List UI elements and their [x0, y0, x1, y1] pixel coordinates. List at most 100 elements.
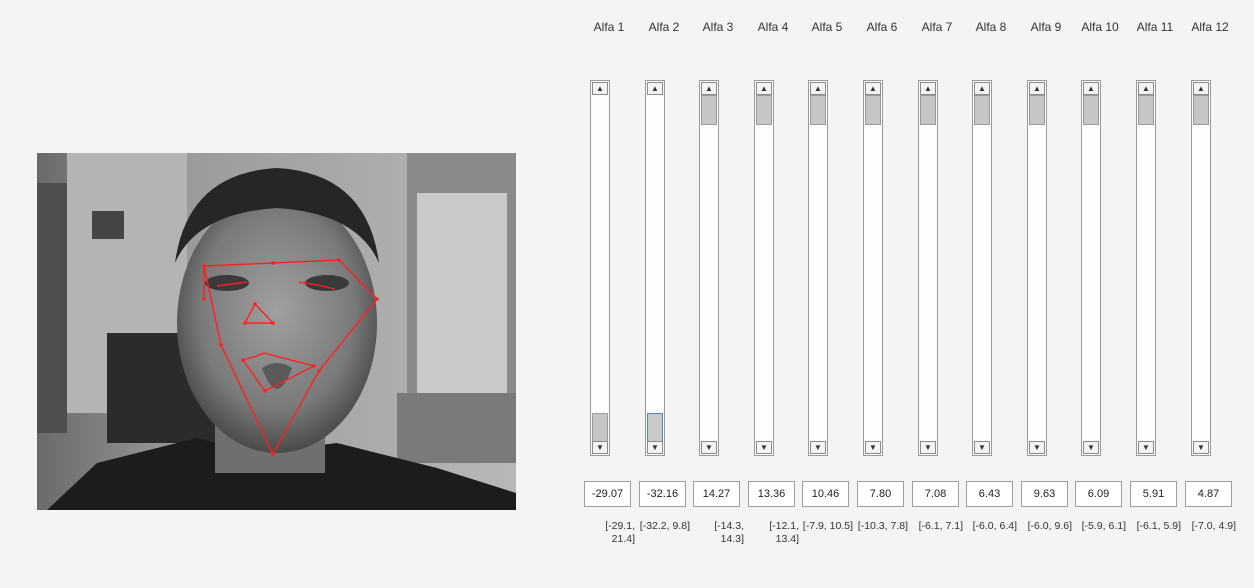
alpha-value-field[interactable]: -32.16: [639, 481, 686, 507]
scroll-down-arrow-icon[interactable]: ▼: [756, 441, 772, 454]
alpha-scrollbar[interactable]: ▲ ▼: [645, 80, 665, 456]
alpha-value-field[interactable]: 7.80: [857, 481, 904, 507]
alpha-column-5: Alfa 5 ▲ ▼ 10.46 [-7.9, 10.5]: [800, 0, 854, 588]
alpha-column-4: Alfa 4 ▲ ▼ 13.36 [-12.1, 13.4]: [746, 0, 800, 588]
alpha-scrollbar[interactable]: ▲ ▼: [808, 80, 828, 456]
alpha-range-label: [-6.1, 7.1]: [918, 520, 963, 532]
scroll-up-arrow-icon[interactable]: ▲: [974, 82, 990, 95]
alpha-range-label: [-6.1, 5.9]: [1136, 520, 1181, 532]
scrollbar-thumb[interactable]: [1083, 95, 1099, 125]
scroll-up-arrow-icon[interactable]: ▲: [1193, 82, 1209, 95]
alpha-range-label: [-5.9, 6.1]: [1081, 520, 1126, 532]
scrollbar-thumb[interactable]: [974, 95, 990, 125]
alpha-value-field[interactable]: 9.63: [1021, 481, 1068, 507]
scroll-down-arrow-icon[interactable]: ▼: [592, 441, 608, 454]
alpha-label: Alfa 9: [1030, 20, 1062, 34]
alpha-column-10: Alfa 10 ▲ ▼ 6.09 [-5.9, 6.1]: [1073, 0, 1127, 588]
scroll-down-arrow-icon[interactable]: ▼: [810, 441, 826, 454]
scrollbar-thumb[interactable]: [920, 95, 936, 125]
scroll-up-arrow-icon[interactable]: ▲: [756, 82, 772, 95]
alpha-column-6: Alfa 6 ▲ ▼ 7.80 [-10.3, 7.8]: [855, 0, 909, 588]
alpha-value-field[interactable]: 7.08: [912, 481, 959, 507]
scroll-down-arrow-icon[interactable]: ▼: [1138, 441, 1154, 454]
scrollbar-thumb[interactable]: [1193, 95, 1209, 125]
alpha-value-field[interactable]: 4.87: [1185, 481, 1232, 507]
scroll-down-arrow-icon[interactable]: ▼: [920, 441, 936, 454]
scroll-up-arrow-icon[interactable]: ▲: [865, 82, 881, 95]
alpha-value-field[interactable]: -29.07: [584, 481, 631, 507]
alpha-column-1: Alfa 1 ▲ ▼ -29.07 [-29.1, 21.4]: [582, 0, 636, 588]
scrollbar-thumb[interactable]: [592, 413, 608, 443]
alpha-label: Alfa 5: [811, 20, 843, 34]
alpha-value-field[interactable]: 10.46: [802, 481, 849, 507]
background-desk: [397, 393, 516, 463]
alpha-scrollbar[interactable]: ▲ ▼: [754, 80, 774, 456]
alpha-column-12: Alfa 12 ▲ ▼ 4.87 [-7.0, 4.9]: [1183, 0, 1237, 588]
alpha-scrollbar[interactable]: ▲ ▼: [1081, 80, 1101, 456]
scroll-down-arrow-icon[interactable]: ▼: [701, 441, 717, 454]
alpha-label: Alfa 6: [866, 20, 898, 34]
face-image: [37, 153, 516, 510]
scrollbar-thumb[interactable]: [865, 95, 881, 125]
alpha-value-field[interactable]: 14.27: [693, 481, 740, 507]
alpha-label: Alfa 1: [593, 20, 625, 34]
right-eye: [305, 275, 349, 291]
scroll-up-arrow-icon[interactable]: ▲: [647, 82, 663, 95]
scroll-down-arrow-icon[interactable]: ▼: [1029, 441, 1045, 454]
face: [177, 193, 377, 453]
scroll-up-arrow-icon[interactable]: ▲: [701, 82, 717, 95]
alpha-scrollbar[interactable]: ▲ ▼: [699, 80, 719, 456]
alpha-value-field[interactable]: 5.91: [1130, 481, 1177, 507]
alpha-range-label: [-6.0, 6.4]: [972, 520, 1017, 532]
background-door: [37, 183, 67, 433]
scrollbar-thumb[interactable]: [810, 95, 826, 125]
alpha-label: Alfa 2: [648, 20, 680, 34]
alpha-column-2: Alfa 2 ▲ ▼ -32.16 [-32.2, 9.8]: [637, 0, 691, 588]
background-lamp: [92, 211, 124, 239]
alpha-label: Alfa 4: [757, 20, 789, 34]
scroll-up-arrow-icon[interactable]: ▲: [810, 82, 826, 95]
alpha-range-label: [-14.3, 14.3]: [714, 520, 744, 545]
alpha-column-7: Alfa 7 ▲ ▼ 7.08 [-6.1, 7.1]: [910, 0, 964, 588]
scroll-down-arrow-icon[interactable]: ▼: [1193, 441, 1209, 454]
scroll-up-arrow-icon[interactable]: ▲: [920, 82, 936, 95]
alpha-column-8: Alfa 8 ▲ ▼ 6.43 [-6.0, 6.4]: [964, 0, 1018, 588]
scroll-up-arrow-icon[interactable]: ▲: [1083, 82, 1099, 95]
scroll-up-arrow-icon[interactable]: ▲: [592, 82, 608, 95]
alpha-value-field[interactable]: 13.36: [748, 481, 795, 507]
scrollbar-thumb[interactable]: [756, 95, 772, 125]
alpha-range-label: [-32.2, 9.8]: [639, 520, 690, 532]
alpha-scrollbar[interactable]: ▲ ▼: [863, 80, 883, 456]
alpha-scrollbar[interactable]: ▲ ▼: [1191, 80, 1211, 456]
scroll-up-arrow-icon[interactable]: ▲: [1029, 82, 1045, 95]
scroll-down-arrow-icon[interactable]: ▼: [974, 441, 990, 454]
scrollbar-thumb[interactable]: [1029, 95, 1045, 125]
alpha-range-label: [-12.1, 13.4]: [769, 520, 799, 545]
alpha-label: Alfa 7: [921, 20, 953, 34]
alpha-range-label: [-10.3, 7.8]: [857, 520, 908, 532]
alpha-range-label: [-6.0, 9.6]: [1027, 520, 1072, 532]
alpha-value-field[interactable]: 6.43: [966, 481, 1013, 507]
scroll-down-arrow-icon[interactable]: ▼: [647, 441, 663, 454]
alpha-scrollbar[interactable]: ▲ ▼: [590, 80, 610, 456]
alpha-label: Alfa 3: [702, 20, 734, 34]
alpha-label: Alfa 10: [1081, 20, 1119, 34]
alpha-label: Alfa 12: [1191, 20, 1229, 34]
scroll-down-arrow-icon[interactable]: ▼: [1083, 441, 1099, 454]
scrollbar-thumb[interactable]: [1138, 95, 1154, 125]
alpha-label: Alfa 11: [1136, 20, 1174, 34]
alpha-scrollbar[interactable]: ▲ ▼: [1136, 80, 1156, 456]
alpha-range-label: [-7.0, 4.9]: [1191, 520, 1236, 532]
alpha-range-label: [-7.9, 10.5]: [802, 520, 853, 532]
alpha-slider-panel: Alfa 1 ▲ ▼ -29.07 [-29.1, 21.4] Alfa 2 ▲ ▼ -32.1…: [582, 0, 1242, 588]
alpha-scrollbar[interactable]: ▲ ▼: [918, 80, 938, 456]
alpha-value-field[interactable]: 6.09: [1075, 481, 1122, 507]
scrollbar-thumb[interactable]: [647, 413, 663, 443]
scroll-down-arrow-icon[interactable]: ▼: [865, 441, 881, 454]
alpha-scrollbar[interactable]: ▲ ▼: [1027, 80, 1047, 456]
scrollbar-thumb[interactable]: [701, 95, 717, 125]
alpha-column-3: Alfa 3 ▲ ▼ 14.27 [-14.3, 14.3]: [691, 0, 745, 588]
scroll-up-arrow-icon[interactable]: ▲: [1138, 82, 1154, 95]
background-window-pane: [417, 193, 507, 393]
alpha-scrollbar[interactable]: ▲ ▼: [972, 80, 992, 456]
